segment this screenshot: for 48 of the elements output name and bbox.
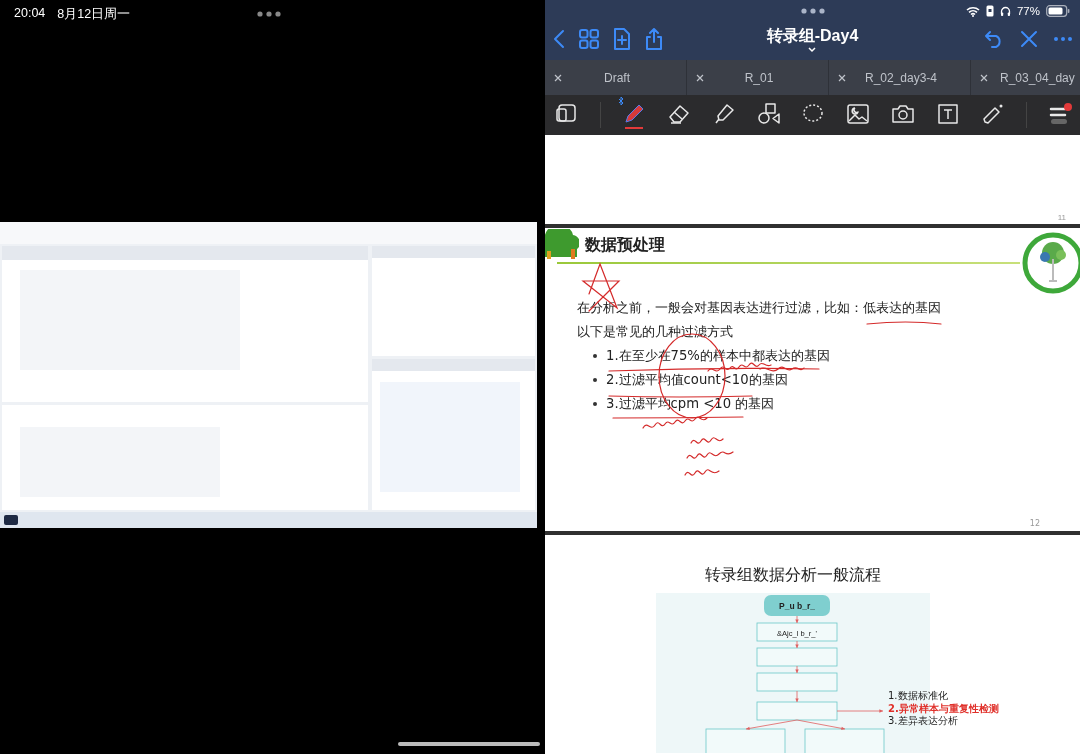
bullet-icon: [593, 354, 597, 358]
text-box-icon[interactable]: [936, 101, 961, 126]
step-label: 3.差异表达分析: [888, 715, 958, 726]
grid-icon[interactable]: [579, 29, 599, 49]
diagram-title: 转录组数据分析一般流程: [705, 565, 881, 584]
undo-icon[interactable]: [984, 30, 1004, 48]
more-icon[interactable]: [1054, 37, 1072, 41]
arrow: [745, 719, 798, 731]
bluetooth-icon: [617, 95, 624, 106]
shapes-icon[interactable]: [756, 101, 781, 126]
tree-icon: [545, 229, 579, 261]
orientation-lock-icon: [985, 5, 994, 17]
battery-percent: 77%: [1016, 5, 1040, 17]
flow-node: P_u b_r_: [764, 595, 830, 616]
arrow: [795, 640, 799, 649]
share-icon[interactable]: [645, 28, 663, 50]
close-icon[interactable]: [696, 73, 704, 82]
date-label: 8月12日周一: [57, 5, 131, 23]
step-label: 1.数据标准化: [888, 690, 948, 701]
arrow: [795, 690, 799, 703]
arrow: [836, 709, 884, 713]
paragraph: 在分析之前，一般会对基因表达进行过滤，比如：低表达的基因: [577, 299, 942, 317]
battery-icon: [1046, 5, 1070, 17]
arrow: [795, 615, 799, 624]
add-page-icon[interactable]: [613, 28, 631, 50]
page-number: 12: [1029, 519, 1040, 528]
step-label: 2.异常样本与重复性检测: [888, 702, 999, 714]
document-title[interactable]: 转录组-Day4: [766, 25, 859, 47]
slide-title: 数据预处理: [585, 234, 665, 256]
arrow: [796, 719, 846, 731]
multitasking-icon[interactable]: [256, 11, 281, 17]
menu-icon[interactable]: [1047, 101, 1072, 126]
wifi-icon: [965, 5, 980, 17]
close-icon[interactable]: [980, 73, 988, 82]
arrow: [795, 665, 799, 674]
close-icon[interactable]: [554, 73, 562, 82]
page-number: 11: [1057, 213, 1066, 222]
multitasking-icon[interactable]: [800, 8, 825, 14]
back-icon[interactable]: [553, 29, 565, 49]
close-icon[interactable]: [1020, 30, 1038, 48]
document-tab[interactable]: R_03_04_day: [971, 60, 1075, 95]
close-icon[interactable]: [838, 73, 846, 82]
chevron-down-icon[interactable]: [807, 46, 818, 53]
headphones-icon: [999, 5, 1011, 17]
bullet-icon: [593, 402, 597, 406]
image-icon[interactable]: [846, 101, 871, 126]
bullet-icon: [593, 378, 597, 382]
time-label: 20:04: [14, 5, 46, 22]
